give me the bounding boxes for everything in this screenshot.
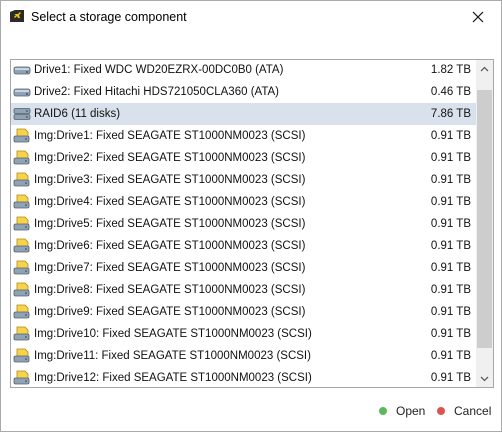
- list-item-name: Img:Drive11: Fixed SEAGATE ST1000NM0023 …: [34, 350, 311, 362]
- list-item[interactable]: Img:Drive12: Fixed SEAGATE ST1000NM0023 …: [11, 367, 477, 387]
- chevron-down-icon: [480, 376, 489, 381]
- open-dot-icon: [379, 407, 387, 415]
- image-drive-icon: [13, 194, 31, 210]
- dialog-footer: Open Cancel: [1, 396, 501, 426]
- list-item-size: 0.91 TB: [430, 284, 471, 296]
- image-drive-icon: [13, 150, 31, 166]
- list-item-name: Img:Drive6: Fixed SEAGATE ST1000NM0023 (…: [34, 240, 306, 252]
- list-item-name: Img:Drive12: Fixed SEAGATE ST1000NM0023 …: [34, 372, 312, 384]
- list-item-size: 1.82 TB: [430, 64, 471, 76]
- list-item-size: 0.91 TB: [430, 174, 471, 186]
- scroll-down-button[interactable]: [476, 370, 493, 387]
- list-item[interactable]: Img:Drive9: Fixed SEAGATE ST1000NM0023 (…: [11, 301, 477, 323]
- scroll-thumb[interactable]: [477, 90, 492, 348]
- image-drive-icon: [13, 282, 31, 298]
- list-item-size: 0.91 TB: [430, 306, 471, 318]
- list-item[interactable]: Img:Drive7: Fixed SEAGATE ST1000NM0023 (…: [11, 257, 477, 279]
- vertical-scrollbar[interactable]: [476, 60, 493, 387]
- cancel-button[interactable]: Cancel: [437, 401, 491, 421]
- title-bar: Select a storage component: [1, 1, 501, 32]
- list-item[interactable]: Img:Drive10: Fixed SEAGATE ST1000NM0023 …: [11, 323, 477, 345]
- raid-icon: [13, 106, 31, 122]
- list-item-name: Img:Drive1: Fixed SEAGATE ST1000NM0023 (…: [34, 130, 306, 142]
- image-drive-icon: [13, 304, 31, 320]
- list-item-name: Drive1: Fixed WDC WD20EZRX-00DC0B0 (ATA): [34, 64, 284, 76]
- list-item-size: 7.86 TB: [430, 108, 471, 120]
- list-item[interactable]: Img:Drive1: Fixed SEAGATE ST1000NM0023 (…: [11, 125, 477, 147]
- list-item-name: Img:Drive8: Fixed SEAGATE ST1000NM0023 (…: [34, 284, 306, 296]
- dialog-window: Select a storage component Drive1: Fixed…: [0, 0, 502, 432]
- storage-list[interactable]: Drive1: Fixed WDC WD20EZRX-00DC0B0 (ATA)…: [11, 60, 477, 387]
- app-icon: [9, 9, 25, 23]
- image-drive-icon: [13, 326, 31, 342]
- list-item-size: 0.91 TB: [430, 218, 471, 230]
- scroll-up-button[interactable]: [476, 60, 493, 77]
- list-item[interactable]: Img:Drive2: Fixed SEAGATE ST1000NM0023 (…: [11, 147, 477, 169]
- list-item-size: 0.91 TB: [430, 152, 471, 164]
- list-item-name: RAID6 (11 disks): [34, 108, 121, 120]
- list-item[interactable]: Img:Drive11: Fixed SEAGATE ST1000NM0023 …: [11, 345, 477, 367]
- hard-drive-icon: [13, 62, 31, 78]
- list-item[interactable]: Drive2: Fixed Hitachi HDS721050CLA360 (A…: [11, 81, 477, 103]
- image-drive-icon: [13, 216, 31, 232]
- cancel-dot-icon: [437, 407, 445, 415]
- list-item-size: 0.91 TB: [430, 350, 471, 362]
- close-icon: [472, 11, 484, 22]
- image-drive-icon: [13, 172, 31, 188]
- list-item[interactable]: Drive1: Fixed WDC WD20EZRX-00DC0B0 (ATA)…: [11, 60, 477, 81]
- open-button-label: Open: [396, 404, 426, 418]
- list-item-name: Img:Drive3: Fixed SEAGATE ST1000NM0023 (…: [34, 174, 306, 186]
- close-button[interactable]: [455, 1, 501, 32]
- hard-drive-icon: [13, 84, 31, 100]
- image-drive-icon: [13, 238, 31, 254]
- list-item-name: Img:Drive7: Fixed SEAGATE ST1000NM0023 (…: [34, 262, 306, 274]
- list-item[interactable]: Img:Drive6: Fixed SEAGATE ST1000NM0023 (…: [11, 235, 477, 257]
- list-item-name: Img:Drive10: Fixed SEAGATE ST1000NM0023 …: [34, 328, 312, 340]
- dialog-title: Select a storage component: [31, 10, 187, 24]
- open-button[interactable]: Open: [379, 401, 425, 421]
- image-drive-icon: [13, 348, 31, 364]
- cancel-button-label: Cancel: [454, 404, 492, 418]
- list-item-size: 0.91 TB: [430, 240, 471, 252]
- storage-list-frame: Drive1: Fixed WDC WD20EZRX-00DC0B0 (ATA)…: [10, 59, 494, 388]
- list-item-name: Img:Drive9: Fixed SEAGATE ST1000NM0023 (…: [34, 306, 306, 318]
- image-drive-icon: [13, 260, 31, 276]
- list-item[interactable]: Img:Drive5: Fixed SEAGATE ST1000NM0023 (…: [11, 213, 477, 235]
- list-item-name: Img:Drive5: Fixed SEAGATE ST1000NM0023 (…: [34, 218, 306, 230]
- list-item-size: 0.91 TB: [430, 130, 471, 142]
- image-drive-icon: [13, 128, 31, 144]
- chevron-up-icon: [480, 66, 489, 71]
- list-item[interactable]: Img:Drive8: Fixed SEAGATE ST1000NM0023 (…: [11, 279, 477, 301]
- image-drive-icon: [13, 370, 31, 386]
- list-item-name: Img:Drive4: Fixed SEAGATE ST1000NM0023 (…: [34, 196, 306, 208]
- list-item-size: 0.91 TB: [430, 196, 471, 208]
- list-item-size: 0.46 TB: [430, 86, 471, 98]
- list-item[interactable]: Img:Drive3: Fixed SEAGATE ST1000NM0023 (…: [11, 169, 477, 191]
- list-item[interactable]: Img:Drive4: Fixed SEAGATE ST1000NM0023 (…: [11, 191, 477, 213]
- list-item[interactable]: RAID6 (11 disks) 7.86 TB: [11, 103, 477, 125]
- list-item-name: Drive2: Fixed Hitachi HDS721050CLA360 (A…: [34, 86, 280, 98]
- list-item-size: 0.91 TB: [430, 328, 471, 340]
- list-item-size: 0.91 TB: [430, 262, 471, 274]
- list-item-size: 0.91 TB: [430, 372, 471, 384]
- list-item-name: Img:Drive2: Fixed SEAGATE ST1000NM0023 (…: [34, 152, 306, 164]
